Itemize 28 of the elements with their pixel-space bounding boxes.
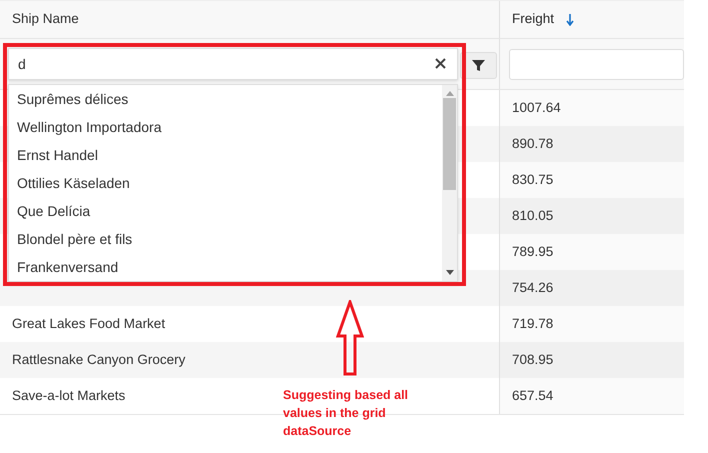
suggestion-item[interactable]: Suprêmes délices bbox=[9, 85, 442, 113]
sort-down-icon[interactable] bbox=[566, 14, 574, 26]
table-cell-text: 754.26 bbox=[512, 278, 554, 297]
table-cell-text: 719.78 bbox=[512, 314, 554, 333]
filter-field[interactable] bbox=[509, 49, 684, 80]
suggestion-item[interactable]: Blondel père et fils bbox=[9, 225, 442, 253]
table-cell-text: Rattlesnake Canyon Grocery bbox=[12, 350, 186, 369]
table-cell-text: 708.95 bbox=[512, 350, 554, 369]
suggestion-item[interactable]: Frankenversand bbox=[9, 253, 442, 281]
column-header[interactable]: Ship Name bbox=[12, 9, 79, 30]
table-cell-text: Save-a-lot Markets bbox=[12, 386, 126, 405]
suggestion-item[interactable]: Wellington Importadora bbox=[9, 113, 442, 141]
table-cell-text: 1007.64 bbox=[512, 98, 561, 117]
scrollbar[interactable] bbox=[442, 85, 457, 281]
suggestion-item[interactable]: Ottilies Käseladen bbox=[9, 169, 442, 197]
suggestion-item[interactable]: Ernst Handel bbox=[9, 141, 442, 169]
funnel-icon bbox=[472, 59, 485, 72]
table-cell-text: 657.54 bbox=[512, 386, 554, 405]
column-header[interactable]: Freight bbox=[512, 9, 574, 30]
table-cell-text: 810.05 bbox=[512, 206, 554, 225]
table-cell-text: Great Lakes Food Market bbox=[12, 314, 166, 333]
table-cell-text: 890.78 bbox=[512, 134, 554, 153]
annotation-text: Suggesting based all values in the grid dataSource bbox=[283, 387, 410, 440]
close-icon[interactable] bbox=[435, 58, 446, 69]
suggestion-item[interactable]: Que Delícia bbox=[9, 197, 442, 225]
table-cell-text: 789.95 bbox=[512, 242, 554, 261]
table-cell-text: 830.75 bbox=[512, 170, 554, 189]
filter-input[interactable]: d bbox=[8, 48, 458, 80]
